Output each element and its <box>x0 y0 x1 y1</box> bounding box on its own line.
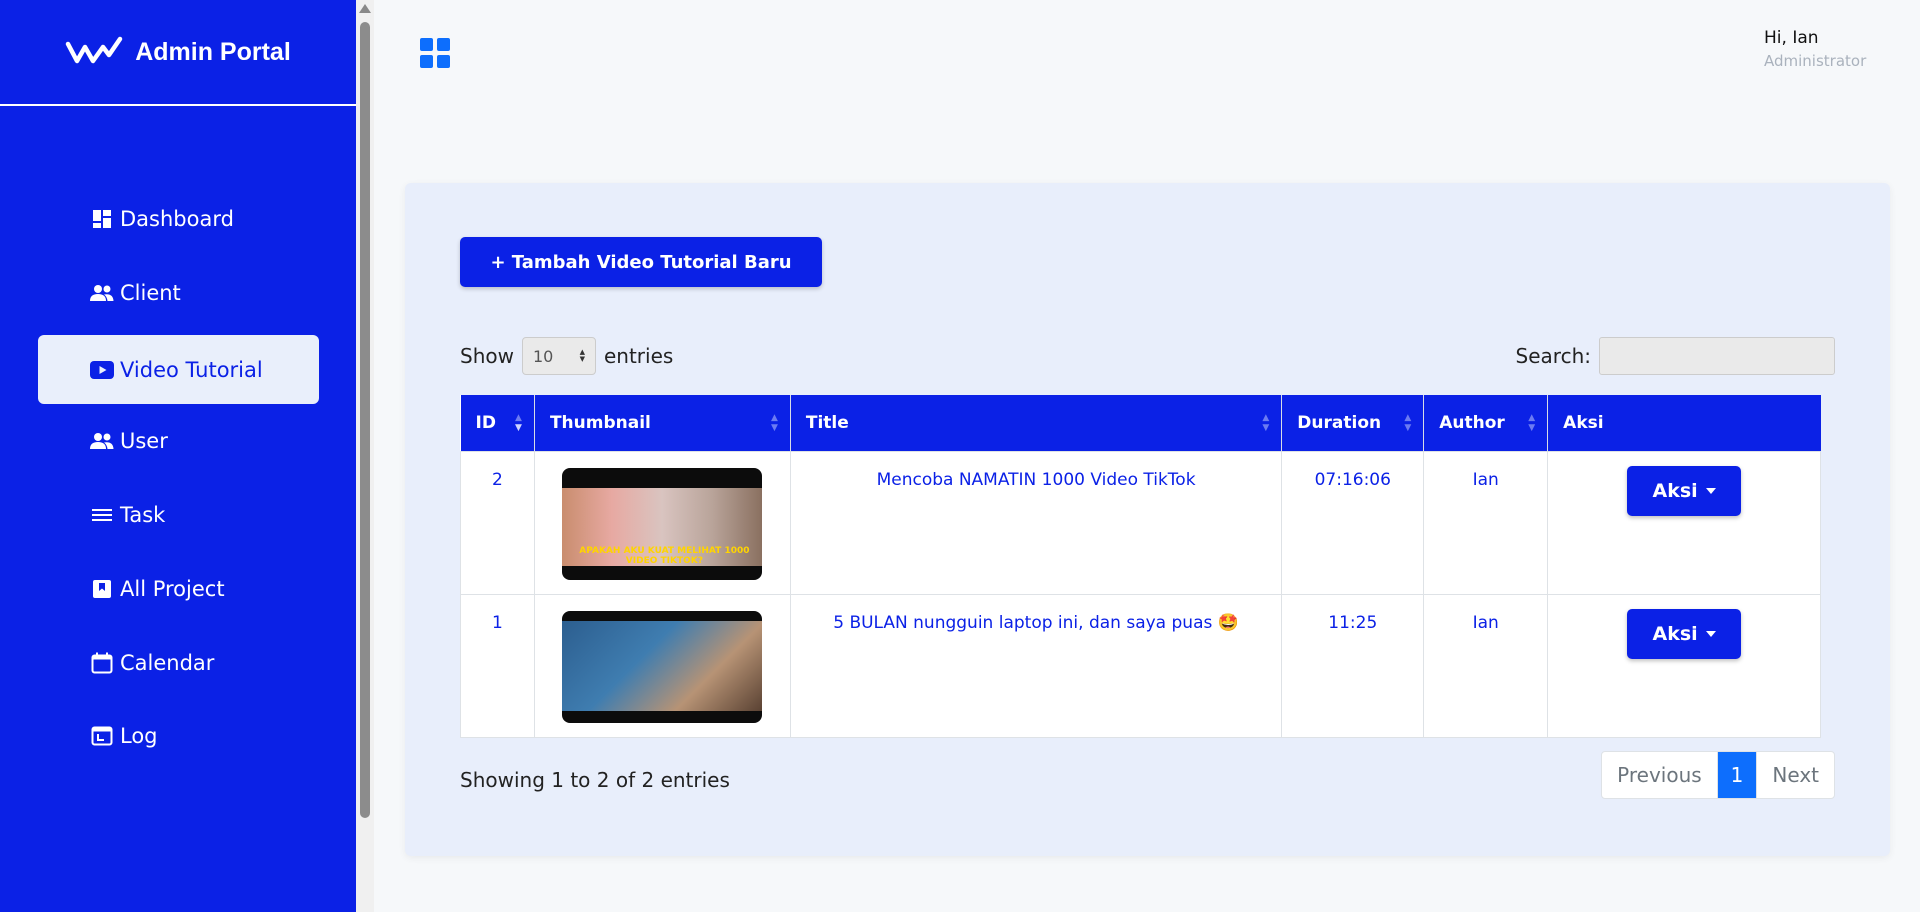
thumbnail-caption: APAKAH AKU KUAT MELIHAT 1000 VIDEO TIKTO… <box>579 545 750 566</box>
sidebar-item-label: Calendar <box>120 650 215 675</box>
sidebar-item-user[interactable]: User <box>38 406 319 475</box>
pagination-next[interactable]: Next <box>1757 752 1834 798</box>
video-tutorial-card: + Tambah Video Tutorial Baru Show 10 ▲ ▼ … <box>405 183 1890 856</box>
caret-down-icon <box>1705 488 1716 494</box>
cell-title: Mencoba NAMATIN 1000 Video TikTok <box>789 450 1283 595</box>
table-row: 1 5 BULAN nungguin laptop ini, dan saya … <box>460 593 1821 738</box>
column-header-author[interactable]: Author ▲ ▼ <box>1423 395 1549 451</box>
sidebar-item-label: Task <box>120 502 166 527</box>
page-length-control: Show 10 ▲ ▼ entries <box>460 337 673 375</box>
scroll-thumb[interactable] <box>360 22 370 818</box>
column-header-duration[interactable]: Duration ▲ ▼ <box>1281 395 1425 451</box>
show-label: Show <box>460 344 514 368</box>
sort-icon: ▲ ▼ <box>770 413 778 433</box>
cell-duration: 07:16:06 <box>1281 450 1425 595</box>
sidebar-scrollbar[interactable] <box>356 0 374 912</box>
video-thumbnail[interactable]: APAKAH AKU KUAT MELIHAT 1000 VIDEO TIKTO… <box>562 467 763 580</box>
video-table: ID ▲ ▼ Thumbnail ▲ ▼ Title ▲ ▼ Duration ▲ ▼ Auth… <box>460 395 1821 738</box>
entries-label: entries <box>603 344 674 368</box>
sidebar-item-task[interactable]: Task <box>38 480 319 549</box>
user-role: Administrator <box>1764 52 1867 70</box>
brand[interactable]: Admin Portal <box>0 0 356 106</box>
sort-icon: ▲ ▼ <box>1528 413 1536 433</box>
cell-author: Ian <box>1423 593 1549 738</box>
select-arrows-icon: ▲ ▼ <box>579 348 585 363</box>
wave-check-logo-icon <box>65 35 123 69</box>
sidebar-item-label: User <box>120 428 168 453</box>
calendar-icon <box>90 651 114 675</box>
user-profile[interactable]: Hi, Ian Administrator <box>1764 28 1866 70</box>
users-icon <box>90 429 114 453</box>
lines-icon <box>90 503 114 527</box>
caret-down-icon <box>1705 631 1716 637</box>
sort-icon: ▲ ▼ <box>1404 413 1412 433</box>
cell-id: 1 <box>460 593 535 738</box>
search-input[interactable] <box>1599 337 1835 375</box>
sidebar-item-log[interactable]: Log <box>38 701 319 770</box>
youtube-icon <box>90 358 114 382</box>
sidebar-item-video-tutorial[interactable]: Video Tutorial <box>38 335 319 404</box>
table-header-row: ID ▲ ▼ Thumbnail ▲ ▼ Title ▲ ▼ Duration ▲ ▼ Auth… <box>460 395 1821 451</box>
cell-author: Ian <box>1423 450 1549 595</box>
sidebar: Admin Portal Dashboard Client Video Tuto… <box>0 0 356 912</box>
sidebar-item-label: Video Tutorial <box>120 357 263 382</box>
grid-menu-icon[interactable] <box>420 38 450 68</box>
add-video-tutorial-button[interactable]: + Tambah Video Tutorial Baru <box>460 237 822 287</box>
column-header-thumbnail[interactable]: Thumbnail ▲ ▼ <box>534 395 791 451</box>
sidebar-item-dashboard[interactable]: Dashboard <box>38 184 319 253</box>
page-length-value: 10 <box>532 346 554 366</box>
search-control: Search: <box>1516 337 1835 375</box>
pagination-page-1[interactable]: 1 <box>1717 752 1758 798</box>
sidebar-item-label: Dashboard <box>120 206 234 231</box>
log-icon <box>90 724 114 748</box>
dashboard-icon <box>90 207 114 231</box>
table-row: 2 APAKAH AKU KUAT MELIHAT 1000 VIDEO TIK… <box>460 450 1821 595</box>
cell-id: 2 <box>460 450 535 595</box>
sidebar-item-all-project[interactable]: All Project <box>38 554 319 623</box>
video-thumbnail[interactable] <box>562 610 763 723</box>
column-header-aksi: Aksi <box>1547 395 1821 451</box>
users-icon <box>90 281 114 305</box>
cell-duration: 11:25 <box>1281 593 1425 738</box>
aksi-dropdown-button[interactable]: Aksi <box>1627 608 1742 659</box>
aksi-dropdown-button[interactable]: Aksi <box>1627 465 1742 516</box>
cell-aksi: Aksi <box>1547 593 1821 738</box>
pagination: Previous 1 Next <box>1601 751 1835 799</box>
cell-thumbnail: APAKAH AKU KUAT MELIHAT 1000 VIDEO TIKTO… <box>533 450 791 595</box>
pagination-previous[interactable]: Previous <box>1602 752 1718 798</box>
user-greeting: Hi, Ian <box>1764 28 1819 48</box>
sidebar-item-client[interactable]: Client <box>38 258 319 327</box>
column-header-title[interactable]: Title ▲ ▼ <box>790 395 1283 451</box>
scroll-up-arrow-icon[interactable] <box>359 4 371 13</box>
bookmark-icon <box>90 577 114 601</box>
search-label: Search: <box>1515 344 1591 368</box>
sidebar-item-label: Client <box>120 280 181 305</box>
cell-title: 5 BULAN nungguin laptop ini, dan saya pu… <box>789 593 1283 738</box>
brand-title: Admin Portal <box>135 37 291 66</box>
sidebar-item-label: All Project <box>120 576 225 601</box>
sidebar-item-label: Log <box>120 723 158 748</box>
cell-aksi: Aksi <box>1547 450 1821 595</box>
page-length-select[interactable]: 10 ▲ ▼ <box>521 337 596 375</box>
column-header-id[interactable]: ID ▲ ▼ <box>460 395 535 451</box>
table-info: Showing 1 to 2 of 2 entries <box>460 768 730 792</box>
sort-icon: ▲ ▼ <box>515 413 522 433</box>
sidebar-item-calendar[interactable]: Calendar <box>38 628 319 697</box>
cell-thumbnail <box>533 593 791 738</box>
sort-icon: ▲ ▼ <box>1262 413 1270 433</box>
